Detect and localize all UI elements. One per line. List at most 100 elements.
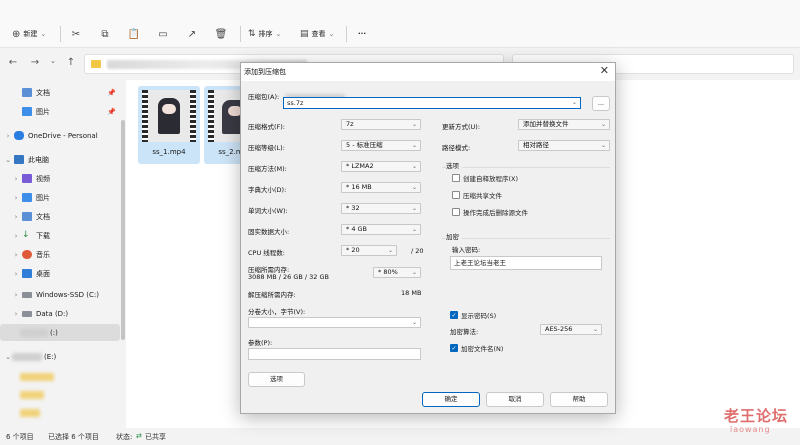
options-button[interactable]: 选项: [248, 372, 305, 387]
sidebar-item-drive-selected[interactable]: (:): [0, 324, 120, 341]
cancel-button[interactable]: 取消: [486, 392, 544, 407]
pin-icon[interactable]: 📌: [107, 108, 116, 116]
explorer-toolbar: ⊕ 新建 ⌄ ✂ ⧉ 📋 ▭ ↗ 🗑 ⇅ 排序 ⌄ ▤ 查看 ⌄ ···: [0, 0, 800, 48]
archive-combo[interactable]: ss.7z ⌄: [283, 97, 581, 109]
more-button[interactable]: ···: [358, 26, 366, 42]
params-label: 参数(P):: [248, 339, 273, 347]
rename-icon[interactable]: ▭: [156, 27, 170, 41]
chevron-down-icon: ⌄: [592, 326, 598, 333]
chevron-down-icon: ⌄: [411, 226, 417, 233]
sidebar-item-redacted[interactable]: [0, 368, 120, 385]
level-select[interactable]: 5 - 标准压缩 ⌄: [341, 140, 421, 151]
chevron-down-icon: ⌄: [411, 163, 417, 170]
delete-after-checkbox[interactable]: 操作完成后删除源文件: [452, 207, 528, 217]
watermark-text: 老王论坛: [724, 407, 789, 425]
method-select[interactable]: * LZMA2 ⌄: [341, 161, 421, 172]
password-input[interactable]: 上老王论坛当老王: [450, 256, 602, 270]
decompress-memory-label: 解压缩所需内存:: [248, 291, 296, 299]
chevron-down-icon: ⌄: [328, 30, 335, 38]
path-mode-select[interactable]: 相对路径 ⌄: [518, 140, 610, 151]
sort-button[interactable]: ⇅ 排序 ⌄: [248, 26, 281, 42]
sidebar-scrollbar[interactable]: [121, 120, 125, 340]
up-icon[interactable]: ↑: [64, 57, 78, 68]
sfx-checkbox[interactable]: 创建自释放程序(X): [452, 173, 518, 183]
computer-icon: [14, 155, 24, 164]
encrypt-names-checkbox[interactable]: ✓ 加密文件名(N): [450, 343, 503, 353]
sidebar-item-documents-2[interactable]: › 文档: [0, 208, 120, 225]
word-size-select[interactable]: * 32 ⌄: [341, 203, 421, 214]
chevron-down-icon[interactable]: ⌄: [572, 98, 577, 108]
solid-block-select[interactable]: * 4 GB ⌄: [341, 224, 421, 235]
chevron-right-icon[interactable]: ›: [12, 310, 20, 318]
format-select[interactable]: 7z ⌄: [341, 119, 421, 130]
checkbox-box: [452, 191, 460, 199]
sidebar-item-redacted[interactable]: [0, 404, 120, 421]
sidebar-item-music[interactable]: › 音乐: [0, 246, 120, 263]
chevron-right-icon[interactable]: ›: [12, 213, 20, 221]
help-button[interactable]: 帮助: [550, 392, 608, 407]
chevron-right-icon[interactable]: ›: [12, 232, 20, 240]
chevron-right-icon[interactable]: ›: [12, 194, 20, 202]
sidebar-item-drive-e[interactable]: ⌄ (E:): [0, 348, 120, 365]
view-button[interactable]: ▤ 查看 ⌄: [300, 26, 334, 42]
chevron-down-icon: ⌄: [411, 319, 417, 326]
password-label: 输入密码:: [452, 246, 481, 254]
sidebar-item-documents[interactable]: 文档 📌: [0, 84, 120, 101]
chevron-right-icon[interactable]: ›: [4, 132, 12, 140]
new-button[interactable]: ⊕ 新建 ⌄: [12, 26, 46, 42]
toolbar-divider: [346, 26, 347, 42]
chevron-down-icon: ⌄: [411, 184, 417, 191]
sidebar-item-videos[interactable]: › 视频: [0, 170, 120, 187]
sidebar-item-redacted[interactable]: [0, 386, 120, 403]
cut-icon[interactable]: ✂: [69, 27, 83, 41]
cloud-icon: [14, 131, 24, 140]
pin-icon[interactable]: 📌: [107, 89, 116, 97]
paste-icon[interactable]: 📋: [127, 27, 141, 41]
item-count: 6 个项目: [6, 433, 34, 441]
back-icon[interactable]: ←: [6, 57, 20, 68]
shared-status: 已共享: [145, 433, 166, 441]
sidebar-item-downloads[interactable]: › ↓ 下载: [0, 227, 120, 244]
ok-button[interactable]: 确定: [422, 392, 480, 407]
split-volume-select[interactable]: ⌄: [248, 317, 421, 328]
params-input[interactable]: [248, 348, 421, 360]
toolbar-divider: [240, 26, 241, 42]
chevron-right-icon[interactable]: ›: [12, 270, 20, 278]
dictionary-label: 字典大小(D):: [248, 186, 287, 194]
forward-icon[interactable]: →: [28, 57, 42, 68]
shared-files-checkbox[interactable]: 压缩共享文件: [452, 190, 502, 200]
chevron-down-icon[interactable]: ⌄: [4, 156, 12, 164]
chevron-right-icon[interactable]: ›: [12, 251, 20, 259]
sidebar-item-drive-c[interactable]: › Windows-SSD (C:): [0, 286, 120, 303]
update-mode-label: 更新方式(U):: [442, 123, 481, 131]
sidebar-item-desktop[interactable]: › 桌面: [0, 265, 120, 282]
encryption-method-select[interactable]: AES-256 ⌄: [540, 324, 602, 335]
threads-select[interactable]: * 20 ⌄: [341, 245, 397, 256]
checkmark-icon: ✓: [450, 311, 458, 319]
chevron-down-icon[interactable]: ⌄: [4, 353, 12, 361]
share-icon[interactable]: ↗: [185, 27, 199, 41]
sidebar-item-this-pc[interactable]: ⌄ 此电脑: [0, 151, 120, 168]
browse-button[interactable]: ...: [592, 96, 610, 111]
sidebar-item-pictures-2[interactable]: › 图片: [0, 189, 120, 206]
video-icon: [22, 174, 32, 183]
file-item-video-1[interactable]: ss_1.mp4: [138, 86, 200, 164]
chevron-down-icon: ⌄: [411, 142, 417, 149]
dictionary-select[interactable]: * 16 MB ⌄: [341, 182, 421, 193]
chevron-right-icon[interactable]: ›: [12, 291, 20, 299]
selected-count: 已选择 6 个项目: [48, 433, 99, 441]
desktop-icon: [22, 269, 32, 278]
copy-icon[interactable]: ⧉: [98, 27, 112, 41]
memory-select[interactable]: * 80% ⌄: [373, 267, 421, 278]
close-icon[interactable]: ✕: [600, 64, 609, 77]
sidebar-item-onedrive[interactable]: › OneDrive - Personal: [0, 127, 120, 144]
chevron-down-icon[interactable]: ⌄: [46, 57, 60, 65]
sidebar-item-pictures[interactable]: 图片 📌: [0, 103, 120, 120]
memory-detail: 3088 MB / 26 GB / 32 GB: [248, 273, 329, 281]
update-mode-select[interactable]: 添加并替换文件 ⌄: [518, 119, 610, 130]
folder-icon: [91, 60, 101, 68]
delete-icon[interactable]: 🗑: [214, 27, 228, 41]
show-password-checkbox[interactable]: ✓ 显示密码(S): [450, 310, 496, 320]
chevron-right-icon[interactable]: ›: [12, 175, 20, 183]
sidebar-item-drive-d[interactable]: › Data (D:): [0, 305, 120, 322]
